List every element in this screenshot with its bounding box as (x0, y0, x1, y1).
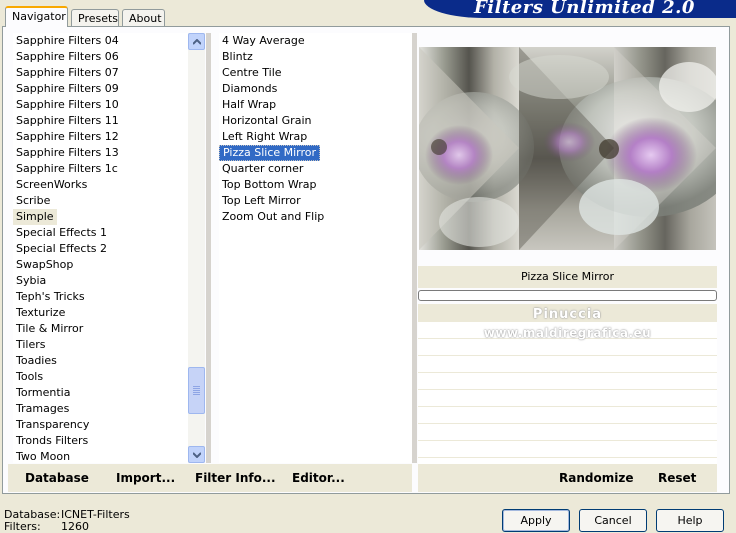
chevron-up-icon (193, 39, 201, 45)
category-item[interactable]: Toadies (13, 353, 188, 369)
scroll-up-button[interactable] (188, 33, 205, 50)
filter-item[interactable]: Zoom Out and Flip (219, 209, 412, 225)
filter-item-selected[interactable]: Pizza Slice Mirror (219, 145, 321, 161)
tab-navigator[interactable]: Navigator (5, 6, 68, 27)
watermark-name: Pinuccia (532, 307, 603, 322)
preview-filter-name: Pizza Slice Mirror (418, 266, 717, 288)
filter-item[interactable]: Top Left Mirror (219, 193, 412, 209)
scroll-down-button[interactable] (188, 446, 205, 463)
category-item[interactable]: Two Moon (13, 449, 188, 463)
filter-list[interactable]: 4 Way Average Blintz Centre Tile Diamonds Ha… (219, 33, 412, 463)
chevron-down-icon (193, 452, 201, 458)
editor-button[interactable]: Editor... (292, 471, 345, 485)
preview-divider (412, 33, 417, 463)
filter-item[interactable]: Quarter corner (219, 161, 412, 177)
list-divider (206, 33, 211, 463)
tab-presets[interactable]: Presets (71, 9, 119, 26)
category-item[interactable]: Texturize (13, 305, 188, 321)
watermark-url: www.maldiregrafica.eu (483, 326, 652, 340)
category-item[interactable]: Teph's Tricks (13, 289, 188, 305)
category-scrollbar[interactable] (188, 33, 205, 463)
cancel-button[interactable]: Cancel (579, 509, 647, 532)
category-item[interactable]: Special Effects 1 (13, 225, 188, 241)
preview-artwork (419, 47, 716, 250)
category-item[interactable]: Scribe (13, 193, 188, 209)
filter-info-button[interactable]: Filter Info... (195, 471, 276, 485)
filter-item[interactable]: Diamonds (219, 81, 412, 97)
import-button[interactable]: Import... (116, 471, 175, 485)
category-item[interactable]: Sapphire Filters 06 (13, 49, 188, 65)
filter-item[interactable]: Centre Tile (219, 65, 412, 81)
status-filters-value: 1260 (61, 520, 89, 533)
category-item[interactable]: Tronds Filters (13, 433, 188, 449)
category-item[interactable]: Transparency (13, 417, 188, 433)
filter-preview-image (419, 47, 716, 250)
randomize-button[interactable]: Randomize (559, 471, 633, 485)
category-item[interactable]: Sybia (13, 273, 188, 289)
preview-button-bar: Randomize Reset (418, 464, 717, 492)
category-item[interactable]: Sapphire Filters 11 (13, 113, 188, 129)
tab-about[interactable]: About (122, 9, 165, 26)
navigator-button-bar: Database Import... Filter Info... Editor… (8, 464, 412, 492)
filter-item[interactable]: Left Right Wrap (219, 129, 412, 145)
scrollbar-thumb[interactable] (188, 367, 205, 414)
filter-item[interactable]: Half Wrap (219, 97, 412, 113)
help-button[interactable]: Help (656, 509, 724, 532)
filter-parameters-area: Pinuccia www.maldiregrafica.eu (418, 304, 717, 464)
status-filters-label: Filters: (4, 520, 41, 533)
category-item[interactable]: Sapphire Filters 10 (13, 97, 188, 113)
filter-item[interactable]: 4 Way Average (219, 33, 412, 49)
category-item[interactable]: Simple (13, 209, 57, 225)
category-item[interactable]: Sapphire Filters 09 (13, 81, 188, 97)
apply-button[interactable]: Apply (502, 509, 570, 532)
filter-item[interactable]: Top Bottom Wrap (219, 177, 412, 193)
category-item[interactable]: Sapphire Filters 12 (13, 129, 188, 145)
category-item[interactable]: Tramages (13, 401, 188, 417)
category-item[interactable]: Tools (13, 369, 188, 385)
reset-button[interactable]: Reset (658, 471, 696, 485)
status-filters: Filters: 1260 (4, 520, 89, 533)
progress-bar (418, 290, 717, 301)
filter-item[interactable]: Blintz (219, 49, 412, 65)
category-list[interactable]: Sapphire Filters 04 Sapphire Filters 06 Sa… (13, 33, 188, 463)
category-item[interactable]: Tilers (13, 337, 188, 353)
category-item[interactable]: Tormentia (13, 385, 188, 401)
category-item[interactable]: Sapphire Filters 04 (13, 33, 188, 49)
category-item[interactable]: Sapphire Filters 1c (13, 161, 188, 177)
category-item[interactable]: ScreenWorks (13, 177, 188, 193)
category-item[interactable]: Sapphire Filters 07 (13, 65, 188, 81)
category-item[interactable]: Tile & Mirror (13, 321, 188, 337)
filters-unlimited-logo: Filters Unlimited 2.0 (424, 0, 736, 18)
filter-item[interactable]: Horizontal Grain (219, 113, 412, 129)
category-item[interactable]: Special Effects 2 (13, 241, 188, 257)
database-button[interactable]: Database (25, 471, 89, 485)
category-item[interactable]: Sapphire Filters 13 (13, 145, 188, 161)
category-item[interactable]: SwapShop (13, 257, 188, 273)
